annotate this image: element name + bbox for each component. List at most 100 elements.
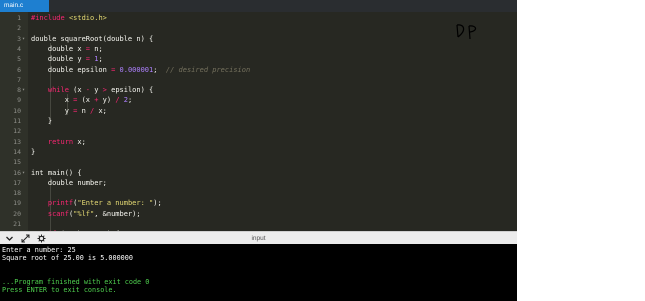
code-token: 0.000001 — [119, 65, 154, 74]
code-line: 9 x = (x + y) / 2; — [0, 95, 517, 105]
tab-bar: main.c — [0, 0, 517, 12]
code-token: scanf — [47, 209, 69, 218]
code-line: 15 — [0, 157, 517, 167]
code-token: // desired precision — [165, 65, 251, 74]
code-line: 16 ▾ int main() { — [0, 168, 517, 178]
code-token: <stdio.h> — [68, 14, 107, 22]
code-text: x = (x + y) / 2; — [31, 95, 132, 105]
line-number: 15 — [13, 158, 21, 167]
handwritten-dp-annotation: DP — [456, 24, 477, 40]
code-token: double number; — [31, 178, 107, 187]
code-line: 13 return x; — [0, 137, 517, 147]
code-line: 17 double number; — [0, 178, 517, 188]
code-text: return x; — [31, 137, 86, 147]
code-text: y = n / x; — [31, 106, 107, 116]
code-line: 20 scanf("%lf", &number); — [0, 209, 517, 219]
code-token: } — [31, 147, 36, 156]
code-line: 1 #include <stdio.h> — [0, 13, 517, 23]
line-number: 14 — [13, 147, 21, 156]
line-number: 19 — [13, 199, 21, 208]
line-number: 7 — [17, 75, 21, 84]
code-token: double squareRoot(double n) { — [31, 34, 154, 43]
code-line: 21 — [0, 219, 517, 229]
code-line: 18 — [0, 188, 517, 198]
code-token: printf — [47, 199, 74, 208]
line-number: 5 — [17, 55, 21, 64]
code-line: 10 y = n / x; — [0, 106, 517, 116]
code-token: , &number); — [94, 209, 141, 218]
code-line: 11 } — [0, 116, 517, 126]
code-text: double x = n; — [31, 44, 103, 54]
code-line: 4 double x = n; — [0, 44, 517, 54]
console-line: Square root of 25.00 is 5.000000 — [2, 254, 133, 262]
code-line: 5 double y = 1; — [0, 54, 517, 64]
code-token: x; — [73, 137, 86, 146]
line-number: 1 — [17, 14, 21, 22]
line-number: 16 — [13, 168, 21, 177]
code-token: return — [47, 137, 74, 146]
line-number: 3 — [17, 34, 21, 43]
console-line: Press ENTER to exit console. — [2, 286, 117, 294]
code-token: } — [31, 117, 53, 125]
code-text: double number; — [31, 178, 107, 188]
line-number: 13 — [13, 137, 21, 146]
line-number: 17 — [13, 178, 21, 187]
code-text: scanf("%lf", &number); — [31, 209, 141, 219]
console-line: Enter a number: 25 — [2, 246, 76, 254]
code-text: while (x - y > epsilon) { — [31, 85, 153, 95]
code-line: 12 — [0, 126, 517, 136]
code-line: 3 ▾ double squareRoot(double n) { — [0, 34, 517, 44]
code-token: x; — [94, 106, 107, 115]
code-text: #include <stdio.h> — [31, 13, 107, 23]
code-text: int main() { — [31, 168, 82, 178]
console-output[interactable]: Enter a number: 25 Square root of 25.00 i… — [0, 244, 517, 301]
line-number: 6 — [17, 65, 21, 74]
line-number: 21 — [13, 220, 21, 228]
code-text: printf("Enter a number: "); — [31, 198, 162, 208]
code-text: } — [31, 147, 35, 157]
code-token: ; — [153, 65, 166, 74]
code-line: 14} — [0, 147, 517, 157]
code-token: epsilon) { — [106, 86, 154, 95]
code-line: 8 ▾ while (x - y > epsilon) { — [0, 85, 517, 95]
line-number: 9 — [17, 96, 21, 105]
code-editor[interactable]: 1 #include <stdio.h> 2 3 ▾ double squareRoot(… — [0, 12, 517, 231]
console-line: ...Program finished with exit code 0 — [2, 278, 150, 286]
code-text: double squareRoot(double n) { — [31, 34, 153, 44]
line-number: 2 — [17, 24, 21, 33]
tab-main-c[interactable]: main.c — [0, 0, 49, 12]
fold-toggle-icon[interactable]: ▾ — [22, 85, 28, 95]
code-line: 19 printf("Enter a number: "); — [0, 198, 517, 208]
line-number: 4 — [17, 44, 21, 53]
code-line: 6 double epsilon = 0.000001; // desired … — [0, 65, 517, 75]
code-token: ); — [153, 199, 162, 208]
code-token: double epsilon — [31, 65, 112, 74]
code-token: ; — [127, 96, 133, 105]
code-token: "Enter a number: " — [77, 199, 154, 208]
line-number: 12 — [13, 127, 21, 136]
code-token: y — [31, 106, 74, 115]
code-token: "%lf" — [73, 209, 95, 218]
code-text: } — [31, 116, 52, 126]
code-token: ; — [98, 55, 103, 64]
code-text: double epsilon = 0.000001; // desired pr… — [31, 65, 250, 75]
code-token: double x — [31, 44, 86, 53]
code-token: double y — [31, 55, 86, 64]
line-number: 18 — [13, 189, 21, 198]
code-token: (x — [77, 96, 95, 105]
fold-toggle-icon[interactable]: ▾ — [22, 34, 28, 44]
code-token: n; — [90, 44, 103, 53]
code-line: 7 — [0, 75, 517, 85]
code-token: y — [90, 86, 103, 95]
code-token: x — [31, 96, 74, 105]
line-number: 8 — [17, 86, 21, 95]
code-token: (x — [68, 86, 86, 95]
line-number: 20 — [13, 209, 21, 218]
fold-toggle-icon[interactable]: ▾ — [22, 168, 28, 178]
code-token: n — [77, 106, 91, 115]
code-token: #include — [31, 14, 65, 22]
